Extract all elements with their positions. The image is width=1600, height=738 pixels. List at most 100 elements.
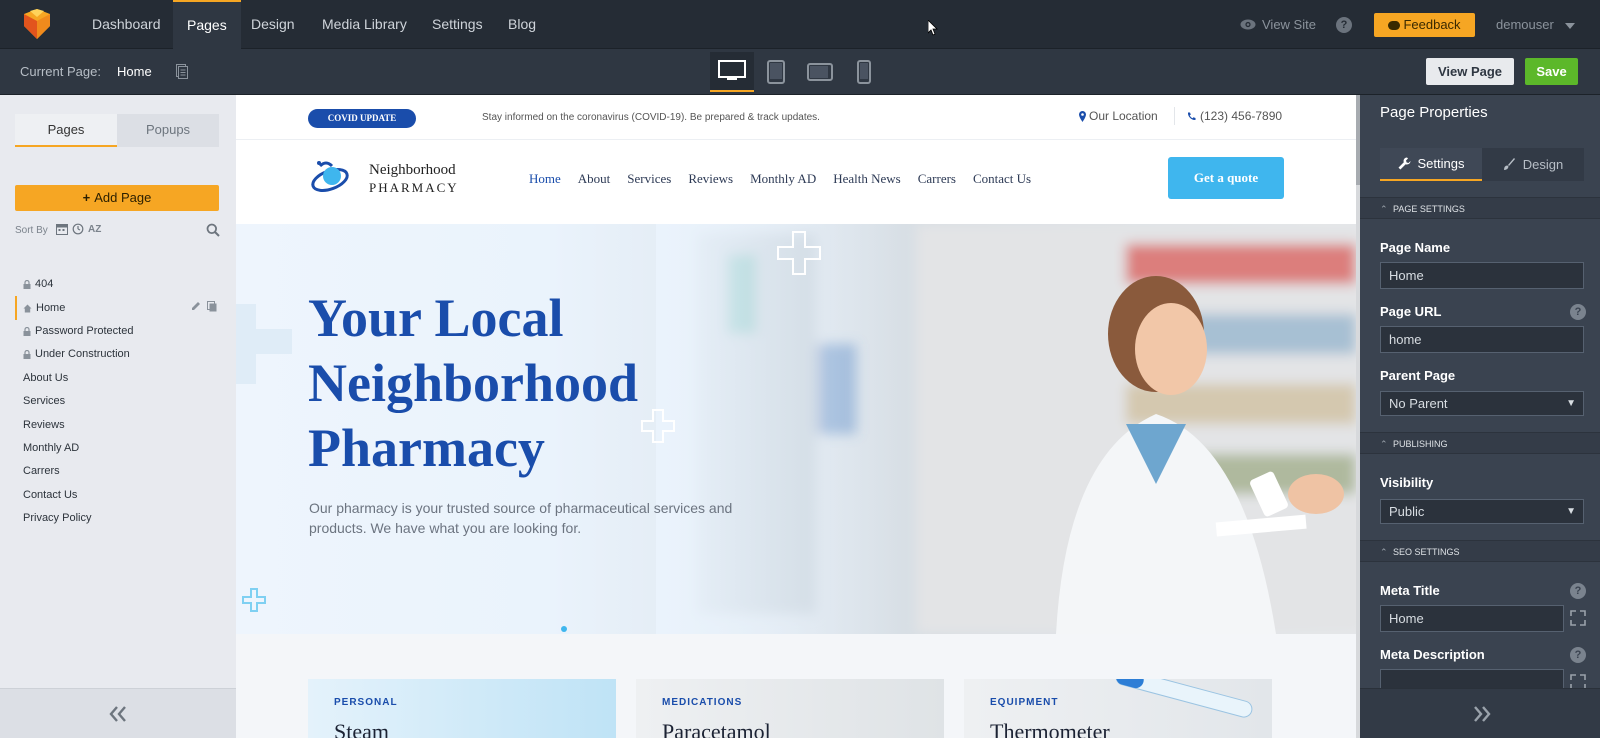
nav-settings[interactable]: Settings [418, 0, 497, 49]
site-nav-contact-us[interactable]: Contact Us [973, 171, 1031, 187]
hero-title-line1: Your Local [308, 288, 564, 348]
sidebar-tabs: Pages Popups [15, 114, 219, 147]
history-icon[interactable] [72, 223, 84, 235]
page-url-input[interactable]: home [1380, 326, 1584, 353]
page-item-monthly-ad[interactable]: Monthly AD [15, 437, 221, 460]
page-settings-icon[interactable] [176, 64, 188, 79]
site-nav-health-news[interactable]: Health News [833, 171, 901, 187]
duplicate-icon[interactable] [207, 301, 217, 312]
page-item-privacy-policy[interactable]: Privacy Policy [15, 507, 221, 530]
expand-icon[interactable] [1570, 610, 1586, 626]
tablet-portrait-view-button[interactable] [754, 52, 798, 92]
sort-az-button[interactable]: AZ [88, 224, 101, 235]
meta-description-input[interactable] [1380, 669, 1564, 689]
phone-link[interactable]: (123) 456-7890 [1187, 109, 1282, 123]
nav-pages[interactable]: Pages [173, 0, 241, 49]
view-site-link[interactable]: View Site [1240, 0, 1316, 49]
page-item-under-construction[interactable]: Under Construction [15, 343, 221, 366]
view-page-button[interactable]: View Page [1426, 58, 1514, 85]
page-list: 404 Home Password Protected Under Constr… [15, 273, 221, 530]
cross-decoration-icon [777, 231, 821, 275]
page-item-404[interactable]: 404 [15, 273, 221, 296]
tab-settings-label: Settings [1417, 156, 1465, 171]
caret-down-icon [1565, 22, 1576, 29]
page-item-carrers[interactable]: Carrers [15, 460, 221, 483]
product-card-equipment[interactable]: EQUIPMENT Thermometer [964, 679, 1272, 738]
location-link[interactable]: Our Location [1079, 109, 1158, 123]
parent-page-select[interactable]: No Parent ▼ [1380, 391, 1584, 416]
meta-title-input[interactable]: Home [1380, 605, 1564, 632]
user-menu[interactable]: demouser [1496, 0, 1576, 49]
site-nav-carrers[interactable]: Carrers [918, 171, 956, 187]
site-nav-monthly-ad[interactable]: Monthly AD [750, 171, 816, 187]
card-title: Thermometer [990, 719, 1110, 738]
help-icon[interactable]: ? [1570, 647, 1586, 663]
device-switcher [710, 52, 886, 92]
covid-update-badge[interactable]: COVID UPDATE [308, 109, 416, 128]
page-item-label: Home [36, 301, 66, 314]
card-category: PERSONAL [334, 697, 398, 708]
section-page-settings[interactable]: ⌃ PAGE SETTINGS [1360, 197, 1600, 219]
site-preview-canvas[interactable]: COVID UPDATE Stay informed on the corona… [236, 95, 1358, 738]
hero-subtitle: Our pharmacy is your trusted source of p… [309, 500, 733, 536]
page-item-label: 404 [35, 278, 54, 291]
pages-sidebar: Pages Popups + Add Page Sort By AZ 404 Ho… [0, 95, 236, 738]
site-nav-services[interactable]: Services [627, 171, 671, 187]
desktop-view-button[interactable] [710, 52, 754, 92]
page-item-home[interactable]: Home [15, 296, 221, 320]
parent-page-value: No Parent [1389, 396, 1448, 411]
nav-media-library[interactable]: Media Library [308, 0, 421, 49]
collapse-left-icon[interactable] [106, 702, 130, 726]
app-logo-icon[interactable] [20, 8, 54, 40]
section-seo-settings[interactable]: ⌃ SEO SETTINGS [1360, 540, 1600, 562]
topbar-divider [1174, 107, 1175, 125]
help-icon[interactable]: ? [1570, 583, 1586, 599]
slider-dot[interactable] [561, 626, 567, 632]
site-nav-home[interactable]: Home [529, 171, 561, 187]
page-toolbar: Current Page: Home View Page Save [0, 49, 1600, 95]
top-navigation: Dashboard Pages Design Media Library Set… [0, 0, 1600, 49]
product-card-medications[interactable]: MEDICATIONS Paracetamol [636, 679, 944, 738]
visibility-select[interactable]: Public ▼ [1380, 499, 1584, 524]
page-url-label: Page URL [1380, 304, 1442, 319]
page-item-services[interactable]: Services [15, 390, 221, 413]
nav-blog[interactable]: Blog [494, 0, 550, 49]
site-header: Neighborhood PHARMACY Home About Service… [236, 141, 1358, 224]
feedback-button[interactable]: Feedback [1374, 13, 1475, 37]
help-icon[interactable]: ? [1336, 17, 1352, 33]
help-icon[interactable]: ? [1570, 304, 1586, 320]
tab-design[interactable]: Design [1482, 148, 1584, 181]
save-button[interactable]: Save [1525, 58, 1578, 85]
tablet-landscape-view-button[interactable] [798, 52, 842, 92]
page-item-reviews[interactable]: Reviews [15, 413, 221, 436]
page-item-password-protected[interactable]: Password Protected [15, 320, 221, 343]
section-label: PAGE SETTINGS [1393, 204, 1465, 214]
page-item-about-us[interactable]: About Us [15, 367, 221, 390]
calendar-icon[interactable] [56, 223, 68, 235]
mobile-view-button[interactable] [842, 52, 886, 92]
nav-design[interactable]: Design [237, 0, 309, 49]
collapse-right-icon[interactable] [1470, 702, 1494, 726]
add-page-button[interactable]: + Add Page [15, 185, 219, 211]
page-item-label: About Us [23, 371, 69, 384]
page-name-input[interactable]: Home [1380, 262, 1584, 289]
pharmacy-logo-icon[interactable] [310, 158, 350, 196]
edit-icon[interactable] [191, 301, 201, 311]
chat-bubble-icon [1388, 21, 1401, 31]
hero-title-line3: Pharmacy [308, 418, 545, 478]
product-card-personal[interactable]: PERSONAL Steam [308, 679, 616, 738]
search-icon[interactable] [206, 223, 220, 237]
tab-popups[interactable]: Popups [117, 114, 219, 147]
section-publishing[interactable]: ⌃ PUBLISHING [1360, 432, 1600, 454]
nav-dashboard[interactable]: Dashboard [78, 0, 175, 49]
get-a-quote-button[interactable]: Get a quote [1168, 157, 1284, 199]
chevron-up-icon: ⌃ [1380, 439, 1388, 449]
tab-pages[interactable]: Pages [15, 114, 117, 147]
thermometer-image [1115, 679, 1253, 718]
tab-settings[interactable]: Settings [1380, 148, 1482, 181]
covid-notice-text: Stay informed on the coronavirus (COVID-… [482, 112, 820, 123]
panel-footer [1360, 688, 1600, 738]
page-item-contact-us[interactable]: Contact Us [15, 484, 221, 507]
site-nav-reviews[interactable]: Reviews [688, 171, 733, 187]
site-nav-about[interactable]: About [578, 171, 611, 187]
